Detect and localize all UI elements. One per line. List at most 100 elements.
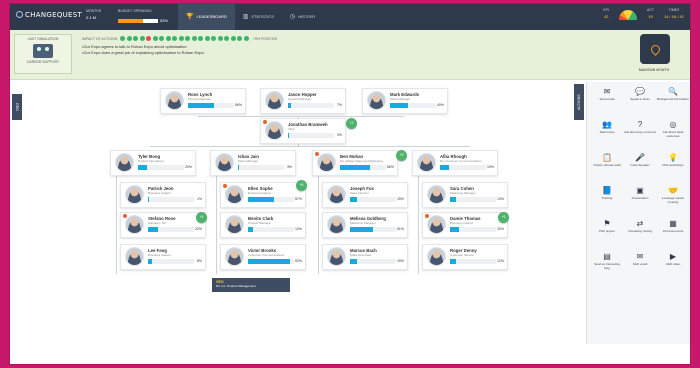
main-tabs: 🏆 LEADERBOARD ▥ STATISTICS ◷ HISTORY xyxy=(178,4,324,30)
employee-card[interactable]: Jonathan Bramweh CEO 3% xyxy=(260,118,346,144)
employee-card[interactable]: Sara Cohen Marketing Manager 13% xyxy=(422,182,508,208)
action-route[interactable]: ⇄ Increasing routing xyxy=(624,218,656,251)
org-side-tab[interactable]: ORG xyxy=(12,94,22,120)
employee-card[interactable]: Patrick Jeon Business Analyst 1% xyxy=(120,182,206,208)
impact-dot-icon xyxy=(126,36,132,41)
adoption-progress xyxy=(450,227,496,232)
score-badge: +4 xyxy=(196,212,207,223)
handshake-icon: 🤝 xyxy=(668,186,678,195)
employee-card[interactable]: Marcus Bach Sales Associate 15% xyxy=(322,244,408,270)
employee-card[interactable]: Joseph Fox Sales Director 15% xyxy=(322,182,408,208)
search-icon: 🔍 xyxy=(668,87,678,96)
employee-card[interactable]: Ishan Jain Sales Manager 3% xyxy=(210,150,296,176)
milestone-button[interactable] xyxy=(640,34,670,64)
action-calendar[interactable]: ▦ Informal events xyxy=(657,218,689,251)
employee-card[interactable]: Ross Lynch Finance Manager 56% xyxy=(160,88,246,114)
adoption-progress xyxy=(248,259,294,264)
action-handshake[interactable]: 🤝 Leverage impact meeting xyxy=(657,185,689,218)
impact-dot-icon xyxy=(178,36,184,41)
employee-card[interactable]: Tyler Bong Product Operations 20% xyxy=(110,150,196,176)
action-search[interactable]: 🔍 Background information xyxy=(657,86,689,119)
employee-card[interactable]: Benito Clark Product Manager 10% xyxy=(220,212,306,238)
employee-card[interactable]: Jason Hopper General Manager 7% xyxy=(260,88,346,114)
adoption-progress-fill xyxy=(450,197,456,202)
impact-dots: +5% POSITIVE xyxy=(120,36,277,41)
milestone-label: MAINTAIN MONTH xyxy=(638,68,670,72)
employee-card[interactable]: Stefano Rose Manager, CIP 22% xyxy=(120,212,206,238)
actions-side-tab[interactable]: ACTIONS xyxy=(574,84,584,120)
target-icon: ◎ xyxy=(669,120,677,129)
action-speaker[interactable]: 🎤 Invite Speaker xyxy=(624,152,656,185)
map-pin-icon xyxy=(648,42,662,56)
employee-card[interactable]: Ben Mohan Dir. Market Sales and Marketin… xyxy=(312,150,398,176)
impact-label: IMPACT OF ACTIONS: xyxy=(82,37,119,41)
flag-icon: ⚑ xyxy=(603,219,611,228)
action-question[interactable]: ? Ask about key concerns xyxy=(624,119,656,152)
selected-person-tooltip: CEO Dir. Inc. Product Management xyxy=(212,278,290,292)
avatar xyxy=(115,153,134,172)
employee-card[interactable]: Lee Fang Business Analyst 8% xyxy=(120,244,206,270)
action-mail[interactable]: ✉ CEO email xyxy=(624,251,656,284)
adoption-progress-fill xyxy=(350,259,357,264)
adoption-progress xyxy=(450,259,496,264)
action-chat[interactable]: 💬 Speak to Ross xyxy=(624,86,656,119)
tab-statistics[interactable]: ▥ STATISTICS xyxy=(235,4,282,30)
tab-leaderboard[interactable]: 🏆 LEADERBOARD xyxy=(178,4,235,30)
kpi-stat: KPI 42 xyxy=(603,8,609,19)
action-clipboard[interactable]: 📋 Culture climate audit xyxy=(591,152,623,185)
feedback-line: •Our Expo does a great job of explaining… xyxy=(82,50,205,55)
employee-card[interactable]: Alba Rhough Dir. Customer Communications… xyxy=(412,150,498,176)
adoption-progress-fill xyxy=(238,165,240,170)
impact-panel: LAST SIMULATION CAREER SUPPORT IMPACT OF… xyxy=(10,30,690,80)
score-badge: +5 xyxy=(396,150,407,161)
adoption-progress-fill xyxy=(440,165,449,170)
feedback-line: •Our Expo agrees to talk to Rohan Expo a… xyxy=(82,44,187,49)
employee-card[interactable]: Victor Brooks Customer Communications 92… xyxy=(220,244,306,270)
adoption-progress xyxy=(148,227,194,232)
team-icon: 👥 xyxy=(602,120,612,129)
action-flag[interactable]: ⚑ Pilot project xyxy=(591,218,623,251)
action-lightbulb[interactable]: 💡 Pilot workshops xyxy=(657,152,689,185)
tab-history[interactable]: ◷ HISTORY xyxy=(282,4,324,30)
score-badge: +5 xyxy=(498,212,509,223)
employee-card[interactable]: Ellen Sophe Business Analyst 57% xyxy=(220,182,306,208)
adoption-progress-fill xyxy=(340,165,371,170)
avatar xyxy=(265,91,284,110)
action-presentation[interactable]: ▣ Presentation xyxy=(624,185,656,218)
action-email[interactable]: ✉ Send email xyxy=(591,86,623,119)
adoption-progress xyxy=(148,197,194,202)
adoption-progress xyxy=(248,197,294,202)
employee-card[interactable]: Roger Denny Customer Service 12% xyxy=(422,244,508,270)
action-document[interactable]: ▤ Send an interesting blog xyxy=(591,251,623,284)
logo-icon xyxy=(16,11,23,18)
avatar xyxy=(317,153,336,172)
avatar xyxy=(327,247,346,266)
budget-value: 53% xyxy=(160,18,169,23)
action-team[interactable]: 👥 Task forces xyxy=(591,119,623,152)
impact-dot-icon xyxy=(211,36,216,41)
presentation-icon: ▣ xyxy=(636,186,644,195)
connector-line xyxy=(216,174,217,274)
action-target[interactable]: ◎ Ask about ideal outcomes xyxy=(657,119,689,152)
clock-icon: ◷ xyxy=(289,14,296,20)
adoption-progress xyxy=(350,259,396,264)
avatar xyxy=(417,153,436,172)
score-badge: +2 xyxy=(346,118,357,129)
adoption-progress xyxy=(188,103,234,108)
avatar xyxy=(225,247,244,266)
avatar xyxy=(327,215,346,234)
times-stat: TIMES 14 / 16 / 41 xyxy=(663,8,684,19)
avatar xyxy=(215,153,234,172)
adoption-progress-fill xyxy=(248,197,275,202)
clipboard-icon: 📋 xyxy=(602,153,612,162)
action-book[interactable]: 📘 Training xyxy=(591,185,623,218)
simulation-picture-icon xyxy=(33,44,53,58)
question-icon: ? xyxy=(637,120,643,129)
employee-card[interactable]: Damie Thomas Business Analyst 20% xyxy=(422,212,508,238)
employee-card[interactable]: Melissa Goldberg Marketing Manager 51% xyxy=(322,212,408,238)
employee-card[interactable]: Mark Edwards Sales Manager 40% xyxy=(362,88,448,114)
last-simulation-card[interactable]: LAST SIMULATION CAREER SUPPORT xyxy=(14,34,72,74)
connector-line xyxy=(116,174,117,274)
adoption-progress xyxy=(138,165,184,170)
action-video[interactable]: ▶ CEO video xyxy=(657,251,689,284)
